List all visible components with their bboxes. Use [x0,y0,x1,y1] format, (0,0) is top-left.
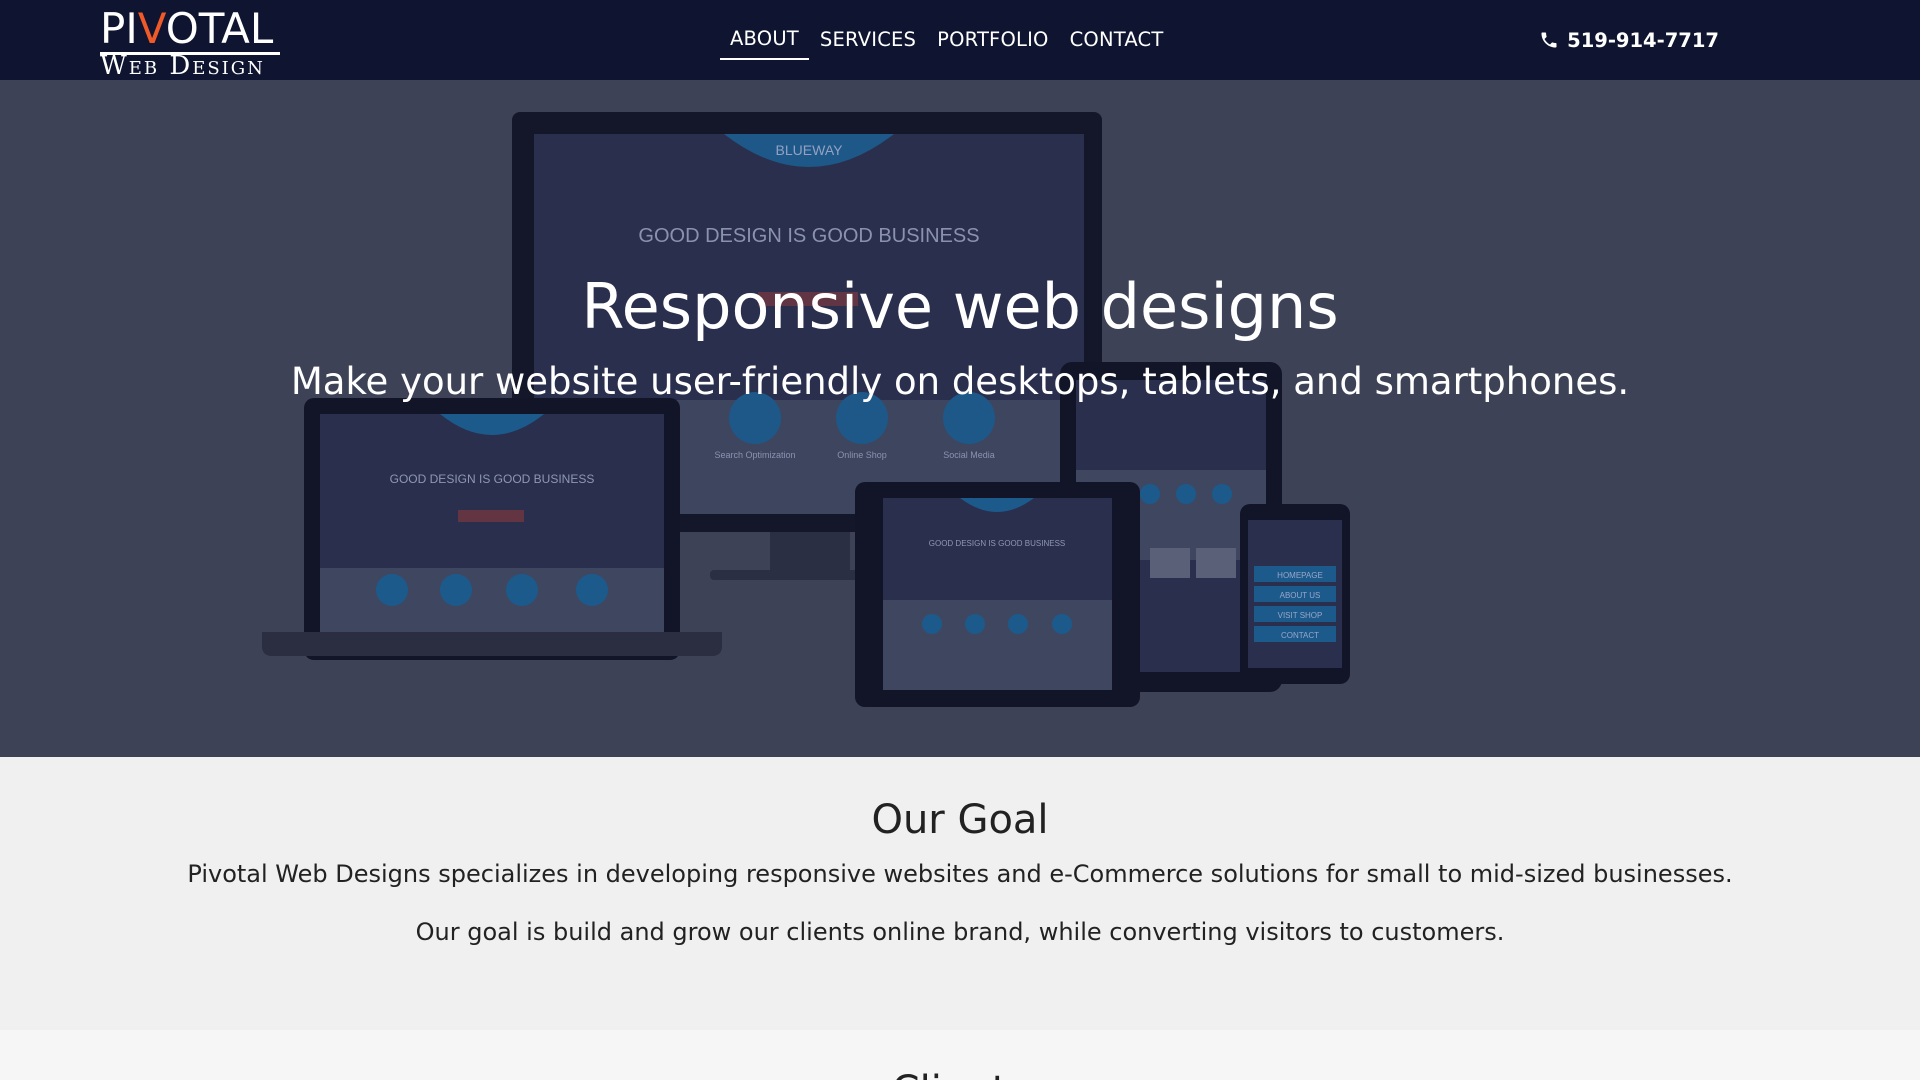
devices-illustration: BLUEWAY GOOD DESIGN IS GOOD BUSINESS Sea… [262,112,1350,707]
nav-contact[interactable]: CONTACT [1060,22,1174,59]
mock-brand-monitor: BLUEWAY [776,142,844,158]
phone-mockup: HOMEPAGE ABOUT US VISIT SHOP CONTACT [1240,504,1350,684]
goal-section: Our Goal Pivotal Web Designs specializes… [0,757,1920,1030]
phone-icon [1541,32,1557,48]
logo-wordmark: PIVOTAL [100,4,274,53]
nav-portfolio[interactable]: PORTFOLIO [927,22,1058,59]
goal-paragraph-2: Our goal is build and grow our clients o… [415,918,1505,946]
hero-title: Responsive web designs [581,270,1339,343]
laptop-mockup: GOOD DESIGN IS GOOD BUSINESS [262,398,722,660]
hero-subtitle: Make your website user-friendly on deskt… [290,360,1630,403]
clients-title: Clients [0,1068,1920,1080]
clients-section: Clients [0,1030,1920,1080]
main-nav: ABOUT SERVICES PORTFOLIO CONTACT [720,0,1174,80]
tablet-front-mockup: GOOD DESIGN IS GOOD BUSINESS [855,482,1140,707]
navbar: PIVOTAL Web Design ABOUT SERVICES PORTFO… [0,0,1920,80]
mock-headline-laptop: GOOD DESIGN IS GOOD BUSINESS [390,472,595,486]
mock-headline-tablet: GOOD DESIGN IS GOOD BUSINESS [929,539,1065,548]
phone-menu-shop: VISIT SHOP [1278,611,1323,620]
goal-title: Our Goal [871,797,1049,843]
mock-icon-label-social: Social Media [943,450,995,460]
mock-icon-label-shop: Online Shop [837,450,887,460]
nav-about[interactable]: ABOUT [720,21,809,60]
goal-paragraph-1: Pivotal Web Designs specializes in devel… [187,860,1733,888]
nav-services[interactable]: SERVICES [810,22,926,59]
phone-number: 519-914-7717 [1567,28,1719,52]
phone-menu-about: ABOUT US [1280,591,1321,600]
phone-menu-homepage: HOMEPAGE [1277,571,1323,580]
mock-headline-monitor: GOOD DESIGN IS GOOD BUSINESS [638,225,979,247]
hero: BLUEWAY GOOD DESIGN IS GOOD BUSINESS Sea… [0,80,1920,757]
logo[interactable]: PIVOTAL Web Design [100,4,280,81]
phone-link[interactable]: 519-914-7717 [1539,0,1719,80]
phone-menu-contact: CONTACT [1281,631,1319,640]
mock-icon-label-search: Search Optimization [714,450,795,460]
logo-tagline: Web Design [100,51,265,81]
